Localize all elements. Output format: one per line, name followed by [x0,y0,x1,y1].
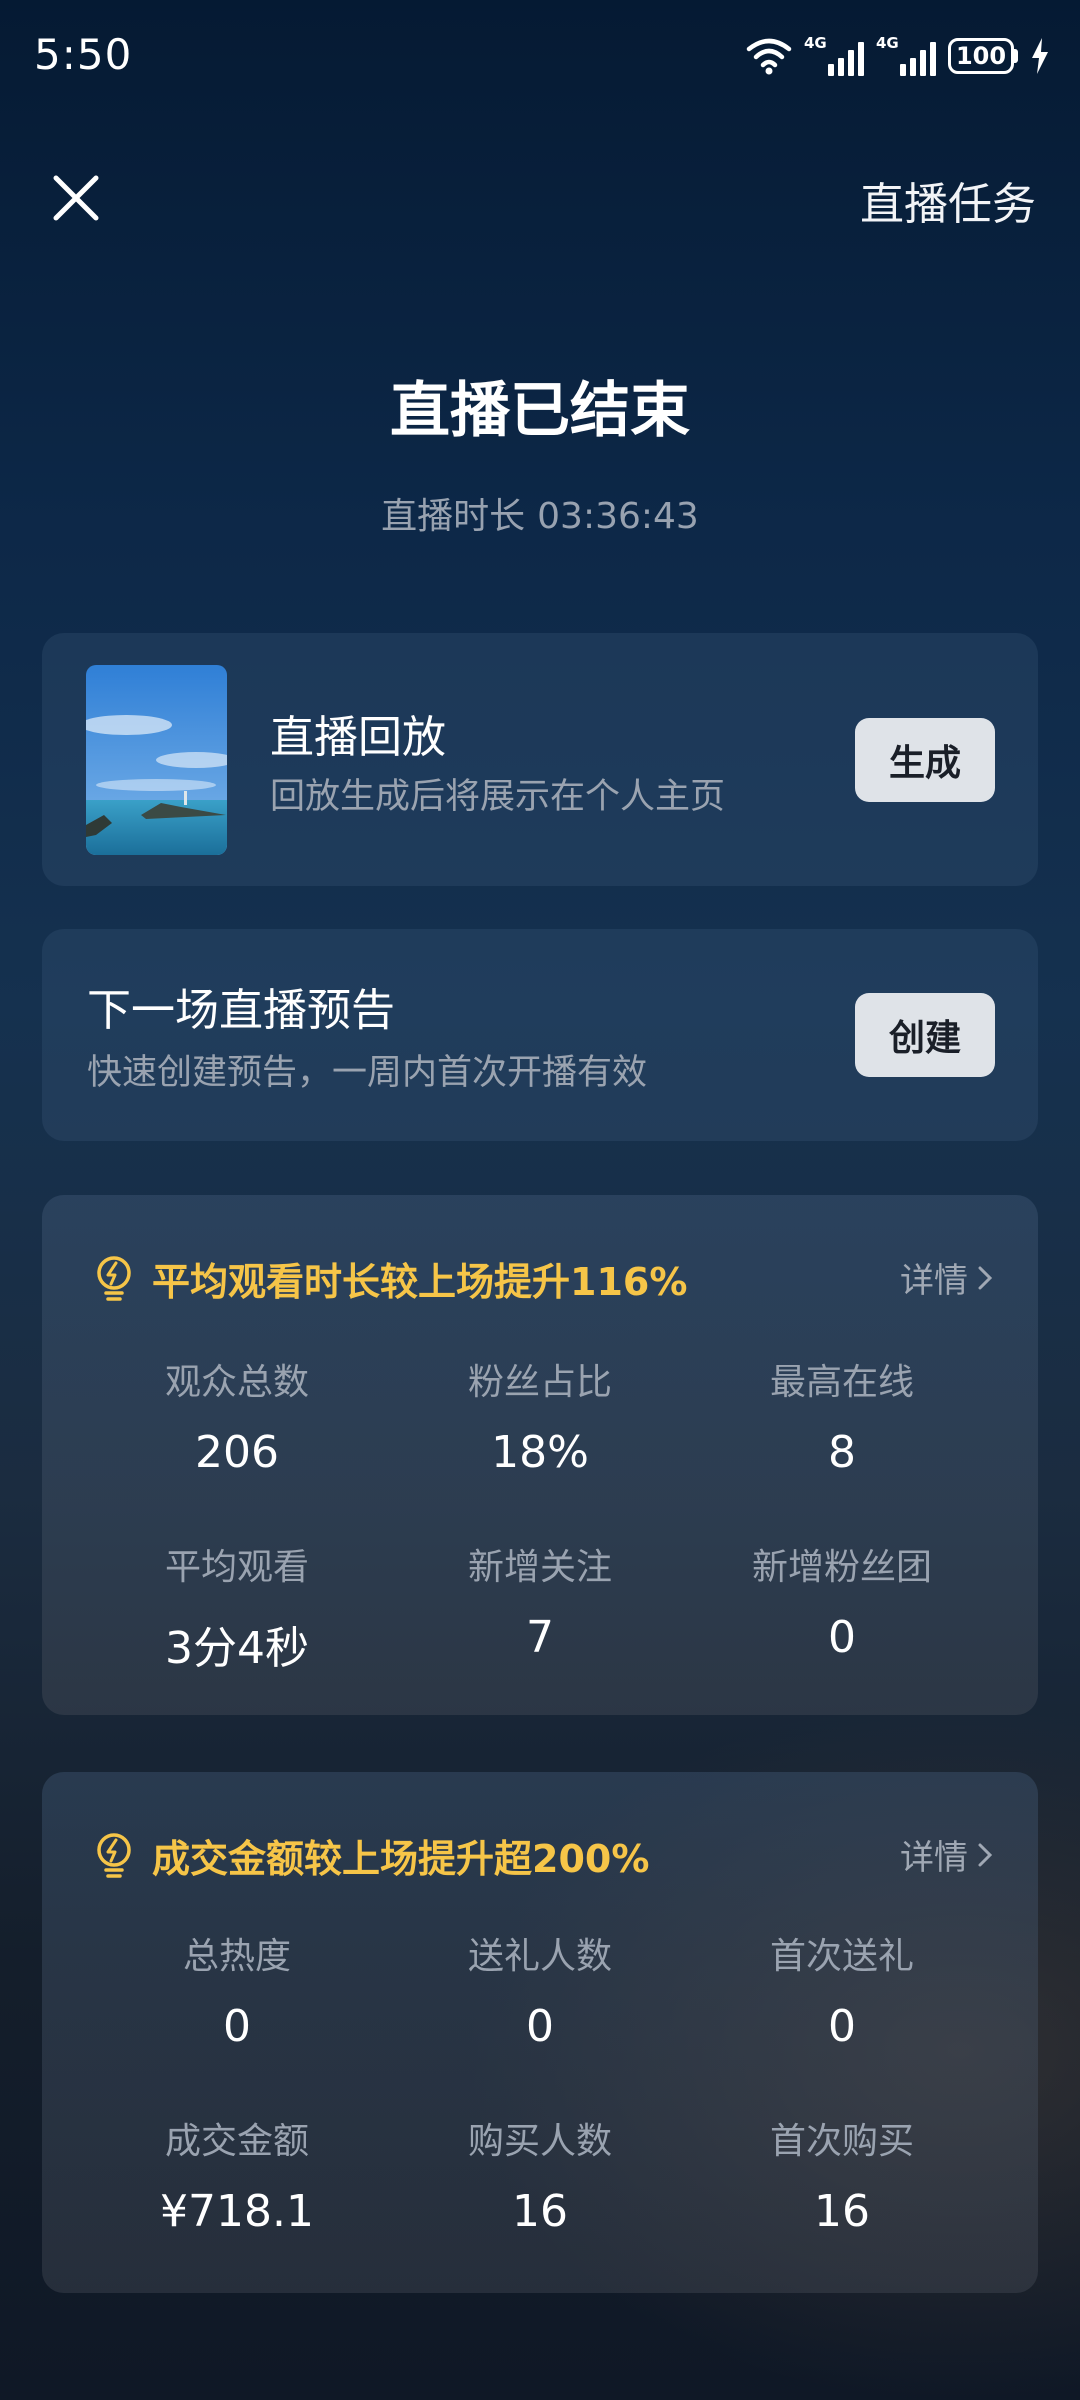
metric-value: 0 [828,2001,856,2052]
replay-subtitle: 回放生成后将展示在个人主页 [270,777,726,817]
metric-new-fan-club: 新增粉丝团 0 [692,1538,992,1663]
signal-icon: 4G [804,34,864,76]
metric-first-gift: 首次送礼 0 [692,1927,992,2052]
generate-replay-button[interactable]: 生成 [855,718,995,802]
charging-icon [1032,38,1048,74]
wifi-icon [746,38,792,75]
metric-first-purchase: 首次购买 16 [692,2112,992,2237]
network-type-label: 4G [804,34,827,52]
details-label: 详情 [900,1261,968,1301]
metric-value: 8 [828,1427,856,1478]
metric-value: 18% [491,1427,589,1478]
metric-label: 购买人数 [467,2121,612,2162]
metric-peak-online: 最高在线 8 [692,1353,992,1478]
battery-icon: 100 [948,38,1018,74]
close-icon[interactable] [48,170,104,226]
metric-label: 送礼人数 [467,1936,612,1977]
metric-label: 总热度 [182,1936,291,1977]
metric-value: 0 [828,1612,856,1663]
lightbulb-icon [97,1255,131,1301]
metric-value: 0 [223,2001,251,2052]
audience-stats-card: 平均观看时长较上场提升116% 详情 观众总数 206 粉丝占比 18% 最高在… [42,1195,1038,1715]
create-preview-button[interactable]: 创建 [855,993,995,1077]
replay-thumbnail [86,665,227,855]
chevron-right-icon [978,1843,993,1866]
metric-value: 16 [814,2186,870,2237]
live-duration: 直播时长 03:36:43 [0,487,1080,539]
sales-details-link[interactable]: 详情 [900,1830,994,1879]
metric-buyers: 购买人数 16 [390,2112,690,2237]
audience-stats-headline: 平均观看时长较上场提升116% [152,1260,688,1304]
live-tasks-link[interactable]: 直播任务 [860,168,1036,232]
duration-value: 03:36:43 [537,496,699,537]
metric-label: 新增粉丝团 [751,1547,932,1588]
metric-gift-givers: 送礼人数 0 [390,1927,690,2052]
sales-stats-headline: 成交金额较上场提升超200% [152,1837,650,1881]
network-type-label: 4G [876,34,899,52]
battery-level: 100 [948,38,1014,74]
metric-label: 粉丝占比 [467,1362,612,1403]
metric-label: 首次购买 [769,2121,914,2162]
metric-value: ¥718.1 [160,2186,314,2237]
metric-value: 0 [526,2001,554,2052]
status-icons: 4G 4G 100 [746,34,1050,78]
audience-stats-header: 平均观看时长较上场提升116% [94,1251,687,1306]
metric-value: 206 [195,1427,279,1478]
metric-sales-amount: 成交金额 ¥718.1 [87,2112,387,2237]
metric-label: 成交金额 [164,2121,309,2162]
metric-fan-ratio: 粉丝占比 18% [390,1353,690,1478]
metric-value: 7 [526,1612,554,1663]
preview-title: 下一场直播预告 [87,985,395,1036]
chevron-right-icon [978,1266,993,1289]
replay-card: 直播回放 回放生成后将展示在个人主页 生成 [42,633,1038,886]
metric-label: 平均观看 [164,1547,309,1588]
audience-details-link[interactable]: 详情 [900,1253,994,1302]
lightbulb-icon [97,1832,131,1878]
metric-total-heat: 总热度 0 [87,1927,387,2052]
status-time: 5:50 [34,30,133,79]
metric-new-follows: 新增关注 7 [390,1538,690,1663]
metric-label: 新增关注 [467,1547,612,1588]
signal-icon: 4G [876,34,936,76]
sales-stats-header: 成交金额较上场提升超200% [94,1828,649,1883]
sales-stats-card: 成交金额较上场提升超200% 详情 总热度 0 送礼人数 0 首次送礼 0 成交… [42,1772,1038,2293]
metric-label: 最高在线 [769,1362,914,1403]
replay-title: 直播回放 [270,712,446,763]
preview-subtitle: 快速创建预告，一周内首次开播有效 [87,1053,648,1093]
metric-total-viewers: 观众总数 206 [87,1353,387,1478]
status-bar: 5:50 4G 4G 100 [0,0,1080,116]
metric-avg-watch: 平均观看 3分4秒 [87,1538,387,1676]
metric-value: 3分4秒 [165,1623,309,1674]
details-label: 详情 [900,1838,968,1878]
duration-label: 直播时长 [381,496,526,537]
metric-value: 16 [512,2186,568,2237]
metric-label: 观众总数 [164,1362,309,1403]
page-title: 直播已结束 [390,376,690,446]
metric-label: 首次送礼 [769,1936,914,1977]
next-live-preview-card: 下一场直播预告 快速创建预告，一周内首次开播有效 创建 [42,929,1038,1141]
